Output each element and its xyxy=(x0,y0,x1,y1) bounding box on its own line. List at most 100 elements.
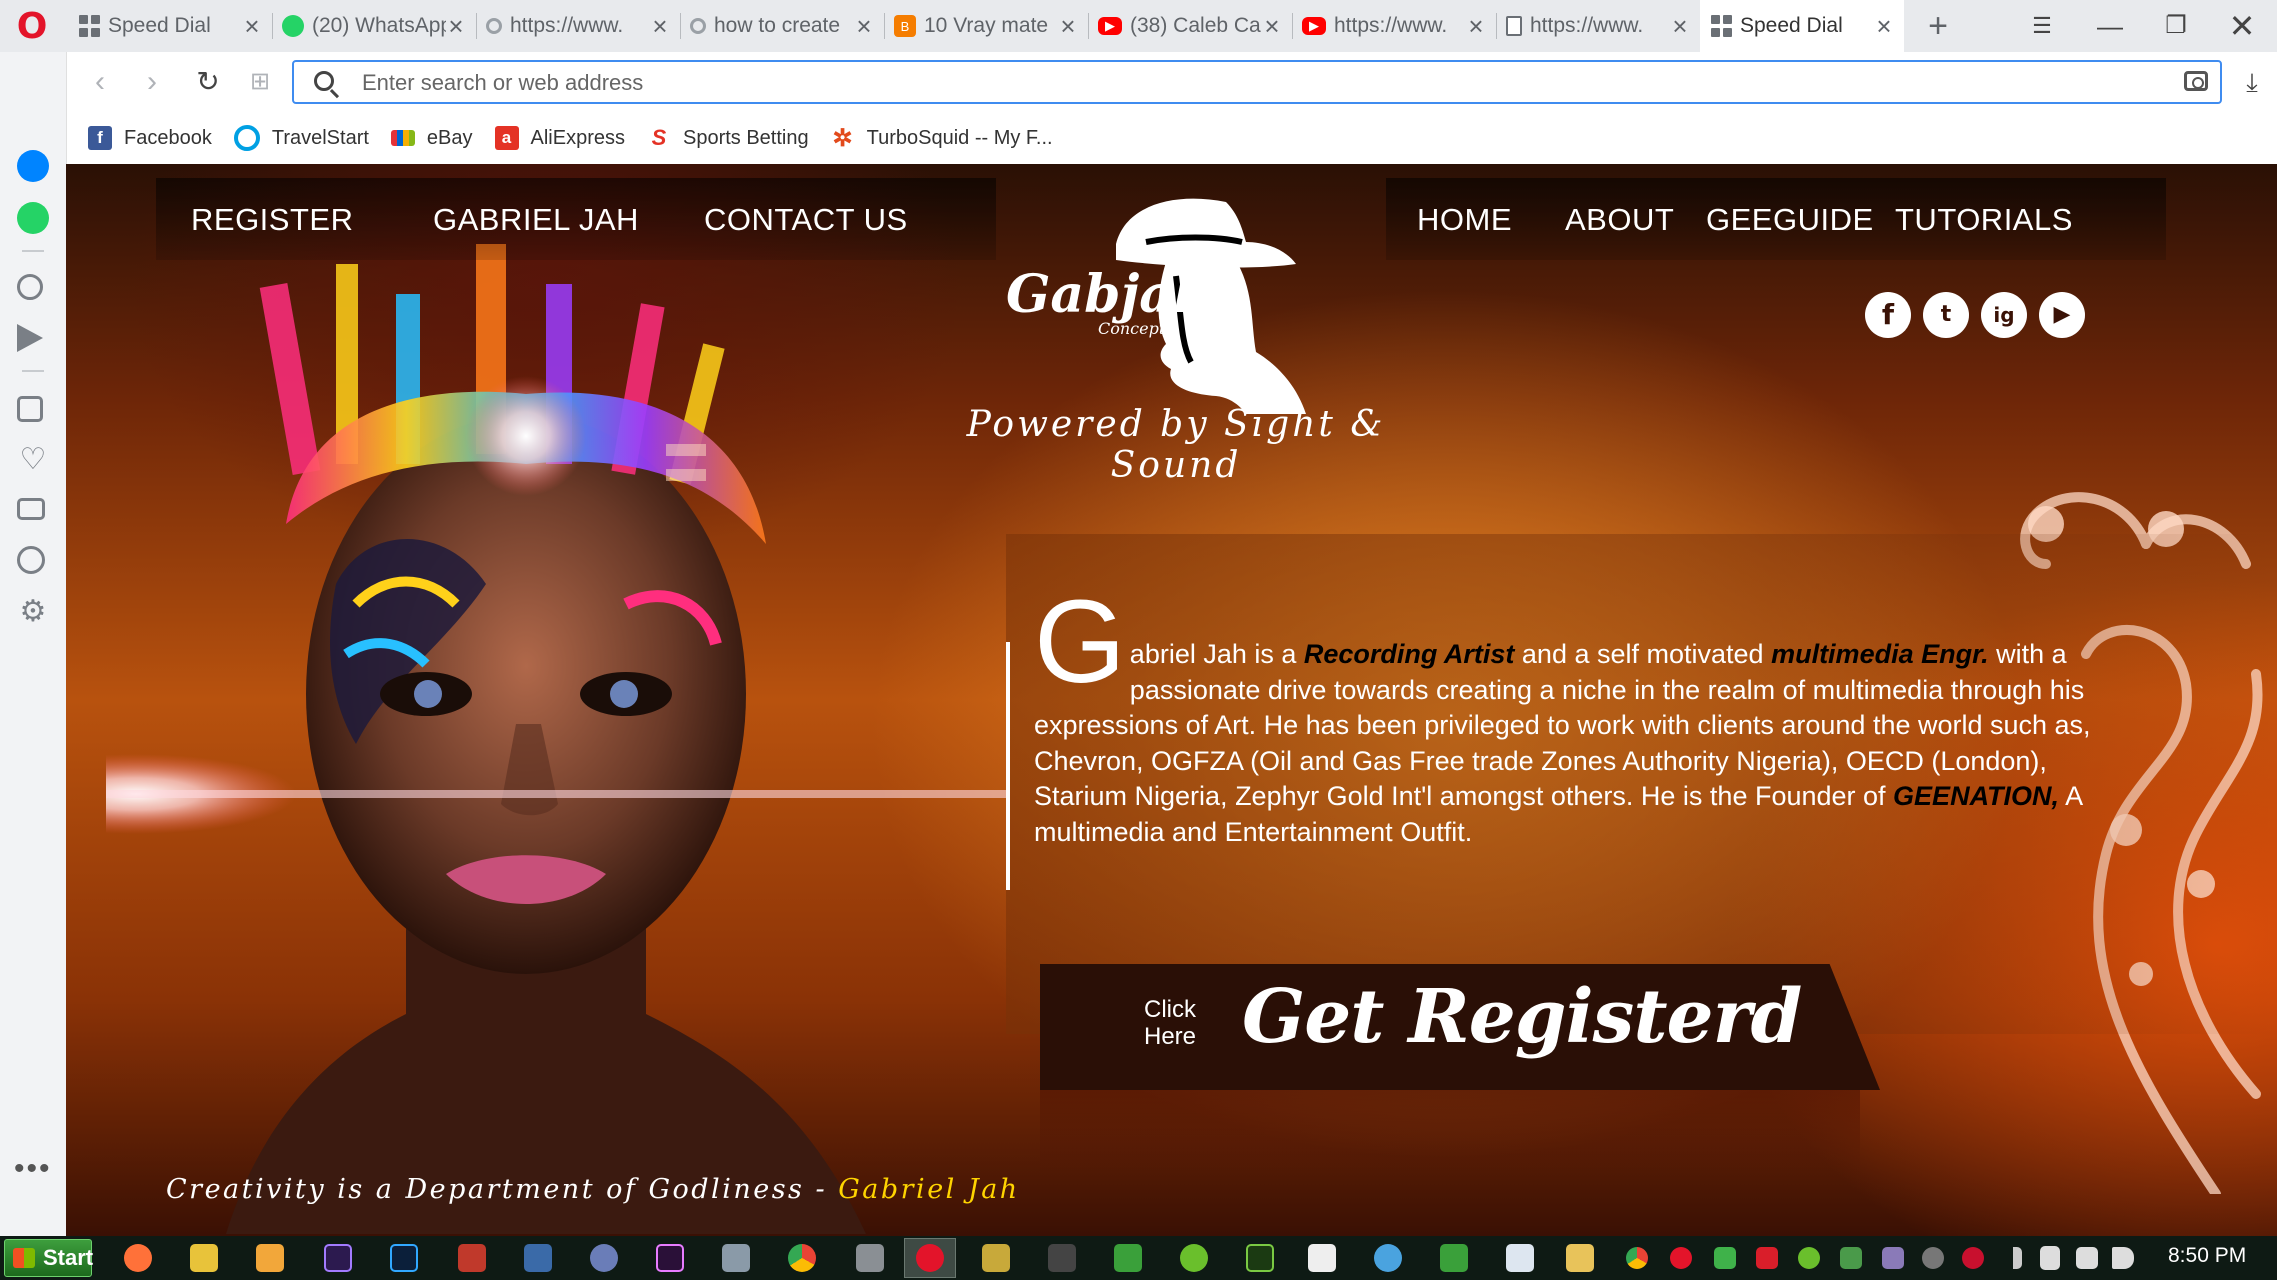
close-tab-icon[interactable]: × xyxy=(1466,13,1486,39)
tab-menu-icon[interactable]: ☰ xyxy=(2020,8,2064,44)
tab-speed-dial[interactable]: Speed Dial × xyxy=(68,0,272,52)
bio-part: and a self motivated xyxy=(1514,639,1772,669)
gabjah-logo[interactable]: Gabjah Concept xyxy=(1006,184,1306,414)
tab-whatsapp[interactable]: (20) WhatsApp × xyxy=(272,0,476,52)
bookmark-ebay[interactable]: eBay xyxy=(390,127,473,150)
file-explorer-icon[interactable] xyxy=(1566,1244,1594,1272)
settings-gear-icon[interactable]: ⚙ xyxy=(17,596,49,628)
app-icon[interactable] xyxy=(856,1244,884,1272)
bookmark-travelstart[interactable]: TravelStart xyxy=(233,125,369,151)
tray-chrome-icon[interactable] xyxy=(1626,1247,1648,1269)
snapshot-camera-icon[interactable] xyxy=(2184,71,2208,91)
chrome-icon[interactable] xyxy=(788,1244,816,1272)
tab-vray[interactable]: B 10 Vray mate × xyxy=(884,0,1088,52)
messenger-icon[interactable] xyxy=(17,150,49,182)
notes-app-icon[interactable] xyxy=(190,1244,218,1272)
app-icon[interactable] xyxy=(458,1244,486,1272)
search-icon[interactable] xyxy=(17,274,43,300)
media-player-icon[interactable] xyxy=(256,1244,284,1272)
bookmark-turbosquid[interactable]: ✲ TurboSquid -- My F... xyxy=(831,125,1053,152)
after-effects-icon[interactable] xyxy=(324,1244,352,1272)
tray-app-icon[interactable] xyxy=(1840,1247,1862,1269)
close-tab-icon[interactable]: × xyxy=(1262,13,1282,39)
start-button[interactable]: Start xyxy=(4,1239,93,1277)
facebook-icon[interactable]: f xyxy=(1865,292,1911,338)
nav-geeguide[interactable]: GEEGUIDE xyxy=(1706,202,1874,238)
speed-dial-icon[interactable] xyxy=(17,396,43,422)
flow-send-icon[interactable] xyxy=(17,324,43,352)
close-tab-icon[interactable]: × xyxy=(1058,13,1078,39)
action-center-flag-icon[interactable] xyxy=(2076,1247,2098,1269)
opera-icon[interactable] xyxy=(916,1244,944,1272)
tray-app-icon[interactable] xyxy=(1922,1247,1944,1269)
app-icon[interactable] xyxy=(1048,1244,1076,1272)
speed-dial-grid-icon[interactable]: ⊞ xyxy=(242,64,278,100)
app-icon[interactable] xyxy=(1440,1244,1468,1272)
volume-icon[interactable] xyxy=(2112,1247,2134,1269)
premiere-icon[interactable] xyxy=(656,1244,684,1272)
tab-loading-1[interactable]: https://www. × xyxy=(476,0,680,52)
address-input[interactable]: Enter search or web address xyxy=(292,60,2222,104)
firefox-icon[interactable] xyxy=(124,1244,152,1272)
bookmark-aliexpress[interactable]: a AliExpress xyxy=(494,126,625,150)
nav-home[interactable]: HOME xyxy=(1417,202,1512,238)
close-tab-icon[interactable]: × xyxy=(854,13,874,39)
reload-icon[interactable]: ↻ xyxy=(190,64,226,100)
new-tab-plus-icon[interactable]: + xyxy=(1920,6,1956,46)
more-dots-icon[interactable]: ••• xyxy=(14,1152,52,1186)
dreamweaver-icon[interactable] xyxy=(1246,1244,1274,1272)
nav-register[interactable]: REGISTER xyxy=(191,202,353,238)
tab-speed-dial-active[interactable]: Speed Dial × xyxy=(1700,0,1904,52)
history-clock-icon[interactable] xyxy=(17,546,45,574)
app-icon[interactable] xyxy=(982,1244,1010,1272)
download-icon[interactable]: ⤓ xyxy=(2234,64,2270,100)
whatsapp-icon[interactable] xyxy=(17,202,49,234)
tab-how-to-create[interactable]: how to create × xyxy=(680,0,884,52)
back-icon[interactable]: ‹ xyxy=(82,64,118,100)
tab-youtube-2[interactable]: ▶ https://www. × xyxy=(1292,0,1496,52)
heart-icon[interactable]: ♡ xyxy=(17,444,49,476)
app-icon[interactable] xyxy=(524,1244,552,1272)
tab-document[interactable]: https://www. × xyxy=(1496,0,1700,52)
minimize-icon[interactable]: — xyxy=(2088,8,2132,44)
forward-icon[interactable]: › xyxy=(134,64,170,100)
app-icon[interactable] xyxy=(1180,1244,1208,1272)
app-icon[interactable] xyxy=(1114,1244,1142,1272)
tray-app-icon[interactable] xyxy=(1756,1247,1778,1269)
opera-menu-icon[interactable]: O xyxy=(12,9,52,45)
tray-app-icon[interactable] xyxy=(1882,1247,1904,1269)
app-icon[interactable] xyxy=(722,1244,750,1272)
app-icon[interactable] xyxy=(590,1244,618,1272)
nav-about[interactable]: ABOUT xyxy=(1565,202,1674,238)
clock[interactable]: 8:50 PM xyxy=(2168,1244,2246,1268)
tray-app-icon[interactable] xyxy=(1798,1247,1820,1269)
restore-icon[interactable]: ❐ xyxy=(2154,8,2198,44)
tray-opera-icon[interactable] xyxy=(1670,1247,1692,1269)
get-registered-button[interactable]: Get Registerd xyxy=(1242,974,1802,1060)
bookmark-facebook[interactable]: f Facebook xyxy=(88,126,212,150)
app-icon[interactable] xyxy=(1308,1244,1336,1272)
tab-youtube-caleb[interactable]: ▶ (38) Caleb Ca × xyxy=(1088,0,1292,52)
bookmark-sports-betting[interactable]: S Sports Betting xyxy=(647,125,809,150)
word-icon[interactable] xyxy=(1506,1244,1534,1272)
news-icon[interactable] xyxy=(17,498,45,520)
click-here-label[interactable]: Click Here xyxy=(1130,996,1210,1050)
close-tab-icon[interactable]: × xyxy=(1874,13,1894,39)
photoshop-icon[interactable] xyxy=(390,1244,418,1272)
nav-contact-us[interactable]: CONTACT US xyxy=(704,202,908,238)
app-icon[interactable] xyxy=(1374,1244,1402,1272)
nav-gabriel-jah[interactable]: GABRIEL JAH xyxy=(433,202,639,238)
tray-app-icon[interactable] xyxy=(1714,1247,1736,1269)
twitter-icon[interactable]: t xyxy=(1923,292,1969,338)
instagram-icon[interactable]: ig xyxy=(1981,292,2027,338)
close-window-icon[interactable]: ✕ xyxy=(2220,8,2264,44)
battery-icon[interactable] xyxy=(2040,1246,2060,1270)
close-tab-icon[interactable]: × xyxy=(446,13,466,39)
close-tab-icon[interactable]: × xyxy=(242,13,262,39)
youtube-icon[interactable]: ▶ xyxy=(2039,292,2085,338)
network-signal-icon[interactable] xyxy=(2000,1247,2022,1269)
tray-app-icon[interactable] xyxy=(1962,1247,1984,1269)
close-tab-icon[interactable]: × xyxy=(650,13,670,39)
nav-tutorials[interactable]: TUTORIALS xyxy=(1895,202,2073,238)
close-tab-icon[interactable]: × xyxy=(1670,13,1690,39)
